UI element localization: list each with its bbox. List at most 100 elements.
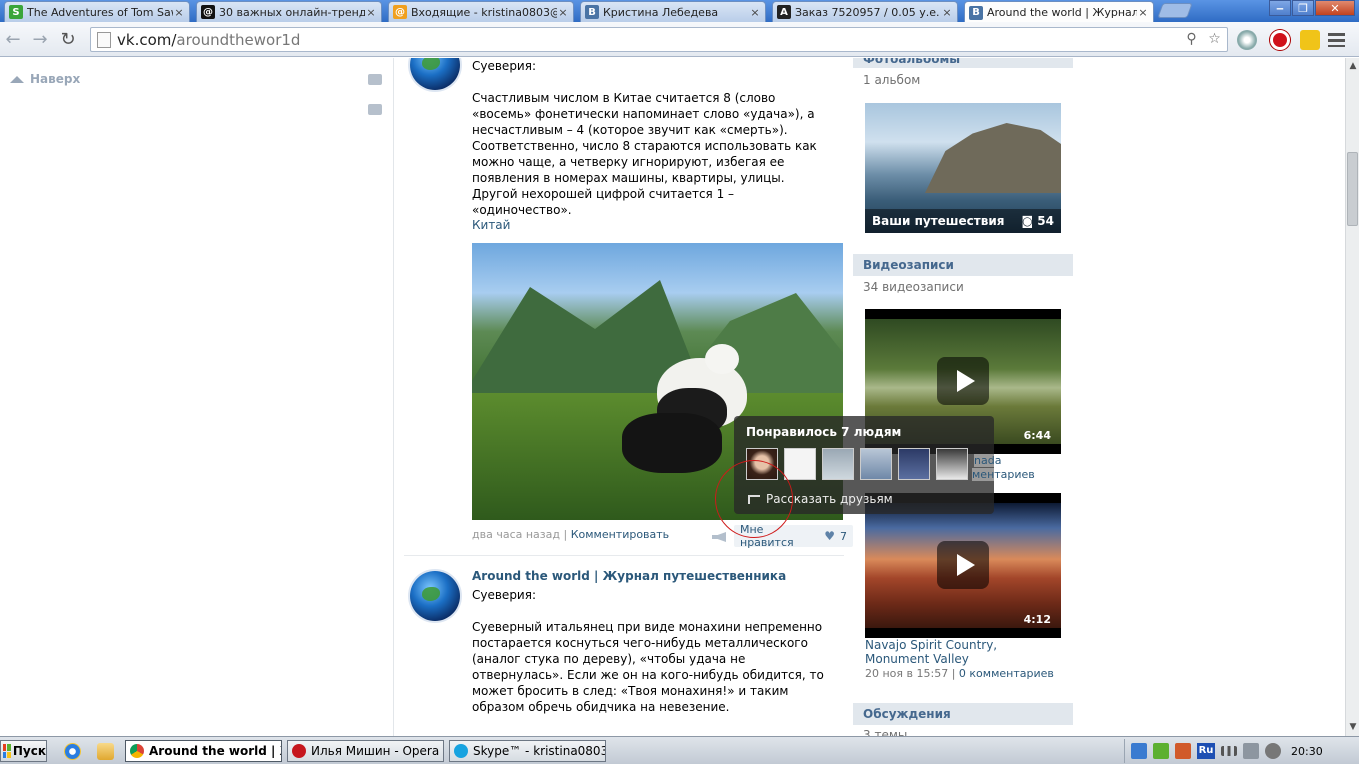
liker-avatar[interactable]: [784, 448, 816, 480]
liker-avatar[interactable]: [860, 448, 892, 480]
left-rail: Наверх: [0, 58, 393, 736]
tab-close-icon[interactable]: ×: [1137, 6, 1149, 19]
system-clock[interactable]: 20:30: [1291, 745, 1323, 758]
video-title-link[interactable]: Navajo Spirit Country, Monument Valley: [865, 638, 1065, 666]
bookmark-star-icon[interactable]: ☆: [1206, 31, 1223, 48]
comment-link[interactable]: Комментировать: [571, 528, 669, 541]
group-avatar[interactable]: [410, 58, 460, 90]
tab-close-icon[interactable]: ×: [365, 6, 377, 19]
arrow-up-icon: [10, 75, 24, 83]
liker-avatar[interactable]: [822, 448, 854, 480]
group-avatar[interactable]: [410, 571, 460, 621]
address-bar[interactable]: vk.com/aroundthewor1d ⚲ ☆: [90, 27, 1228, 52]
tab-title: The Adventures of Tom Saw: [27, 5, 173, 19]
post-time[interactable]: два часа назад: [472, 528, 560, 541]
post-subtitle: Суеверия:: [472, 59, 536, 73]
comment-icon[interactable]: [368, 104, 382, 115]
annotation-circle: [715, 460, 793, 538]
video-duration: 6:44: [1023, 429, 1051, 442]
play-icon[interactable]: [937, 541, 989, 589]
tab-favicon: B: [585, 5, 599, 19]
zoom-icon[interactable]: ⚲: [1183, 31, 1200, 48]
videos-count: 34 видеозаписи: [863, 280, 964, 294]
tab-tom-sawyer[interactable]: S The Adventures of Tom Saw ×: [4, 1, 190, 22]
page-scrollbar[interactable]: ▲ ▼: [1345, 58, 1359, 736]
tab-close-icon[interactable]: ×: [941, 6, 953, 19]
close-window-button[interactable]: ✕: [1315, 0, 1355, 16]
forward-button[interactable]: →: [30, 30, 50, 50]
start-label: Пуск: [12, 744, 46, 758]
tab-kristina[interactable]: B Кристина Лебедева ×: [580, 1, 766, 22]
liker-avatar[interactable]: [898, 448, 930, 480]
task-label: Илья Мишин - Opera: [311, 744, 440, 758]
post-text: Счастливым числом в Китае считается 8 (с…: [472, 91, 817, 217]
chrome-icon: [130, 744, 144, 758]
share-icon[interactable]: [712, 532, 726, 542]
browser-toolbar: ← → ↻ vk.com/aroundthewor1d ⚲ ☆: [0, 22, 1359, 57]
extension-globe-icon[interactable]: [1237, 30, 1257, 50]
album-thumbnail[interactable]: Ваши путешествия ◙ 54: [865, 103, 1061, 233]
meta-separator: |: [563, 528, 571, 541]
windows-logo-icon: [3, 744, 11, 758]
window-controls: ‒ ❐ ✕: [1268, 0, 1355, 16]
signal-strength-icon[interactable]: [1221, 746, 1237, 756]
start-button[interactable]: Пуск: [0, 740, 47, 762]
scroll-down-arrow-icon[interactable]: ▼: [1348, 722, 1358, 732]
language-indicator[interactable]: Ru: [1197, 743, 1215, 759]
post-text: Суеверный итальянец при виде монахини не…: [472, 620, 824, 714]
vk-page: Наверх Суеверия: Счастливым числом в Кит…: [0, 58, 1345, 736]
app-tray-icon[interactable]: [1175, 743, 1191, 759]
discussions-header[interactable]: Обсуждения: [853, 703, 1073, 725]
tab-favicon: A: [777, 5, 791, 19]
album-count: 54: [1037, 214, 1054, 228]
taskbar-item-skype[interactable]: Skype™ - kristina08031: [449, 740, 606, 762]
scrollbar-thumb[interactable]: [1347, 152, 1358, 226]
tab-close-icon[interactable]: ×: [749, 6, 761, 19]
tab-favicon: S: [9, 5, 23, 19]
video-comments-link[interactable]: 0 комментариев: [959, 667, 1054, 680]
scroll-up-arrow-icon[interactable]: ▲: [1348, 61, 1358, 71]
back-button[interactable]: ←: [3, 30, 23, 50]
tab-order[interactable]: A Заказ 7520957 / 0.05 у.е. / ×: [772, 1, 958, 22]
post-tag-link[interactable]: Китай: [472, 218, 510, 232]
taskbar-item-chrome[interactable]: Around the world | Ж...: [125, 740, 282, 762]
photo-cliff: [925, 123, 1061, 193]
tab-close-icon[interactable]: ×: [557, 6, 569, 19]
scroll-to-top-button[interactable]: Наверх: [10, 72, 80, 86]
adblock-icon[interactable]: [1270, 30, 1290, 50]
reload-button[interactable]: ↻: [58, 30, 78, 50]
tab-close-icon[interactable]: ×: [173, 6, 185, 19]
video-date: 20 ноя в 15:57: [865, 667, 949, 680]
albums-header[interactable]: Фотоальбомы: [853, 58, 1073, 68]
tab-inbox[interactable]: @ Входящие - kristina0803@m ×: [388, 1, 574, 22]
ie-icon[interactable]: [64, 743, 81, 760]
explorer-folder-icon[interactable]: [97, 743, 114, 760]
volume-muted-icon[interactable]: [1265, 743, 1281, 759]
likes-popup-title[interactable]: Понравилось 7 людям: [746, 425, 901, 439]
new-tab-button[interactable]: [1157, 3, 1193, 18]
tab-favicon: B: [969, 5, 983, 20]
video-duration: 4:12: [1023, 613, 1051, 626]
videos-header[interactable]: Видеозаписи: [853, 254, 1073, 276]
url-text[interactable]: vk.com/aroundthewor1d: [117, 31, 300, 49]
network-monitor-icon[interactable]: [1131, 743, 1147, 759]
omnibox-icons: ⚲ ☆: [1183, 31, 1223, 48]
security-icon[interactable]: [1153, 743, 1169, 759]
camera-icon: ◙: [1021, 214, 1038, 228]
tab-title: Кристина Лебедева: [603, 5, 719, 19]
taskbar-item-opera[interactable]: Илья Мишин - Opera: [287, 740, 444, 762]
url-path: aroundthewor1d: [176, 30, 301, 49]
usb-device-icon[interactable]: [1243, 743, 1259, 759]
liker-avatar[interactable]: [936, 448, 968, 480]
tab-trends[interactable]: @ 30 важных онлайн-трендо ×: [196, 1, 382, 22]
play-icon[interactable]: [937, 357, 989, 405]
video-thumbnail[interactable]: 4:12: [865, 493, 1061, 638]
minimize-button[interactable]: ‒: [1269, 0, 1291, 16]
photo-panda: [622, 413, 722, 473]
tab-around-the-world[interactable]: B Around the world | Журнал п ×: [964, 1, 1154, 23]
post-author-link[interactable]: Around the world | Журнал путешественник…: [472, 569, 786, 583]
maximize-button[interactable]: ❐: [1292, 0, 1314, 16]
menu-icon[interactable]: [1328, 33, 1345, 47]
mail-icon[interactable]: [368, 74, 382, 85]
extension-sun-icon[interactable]: [1300, 30, 1320, 50]
